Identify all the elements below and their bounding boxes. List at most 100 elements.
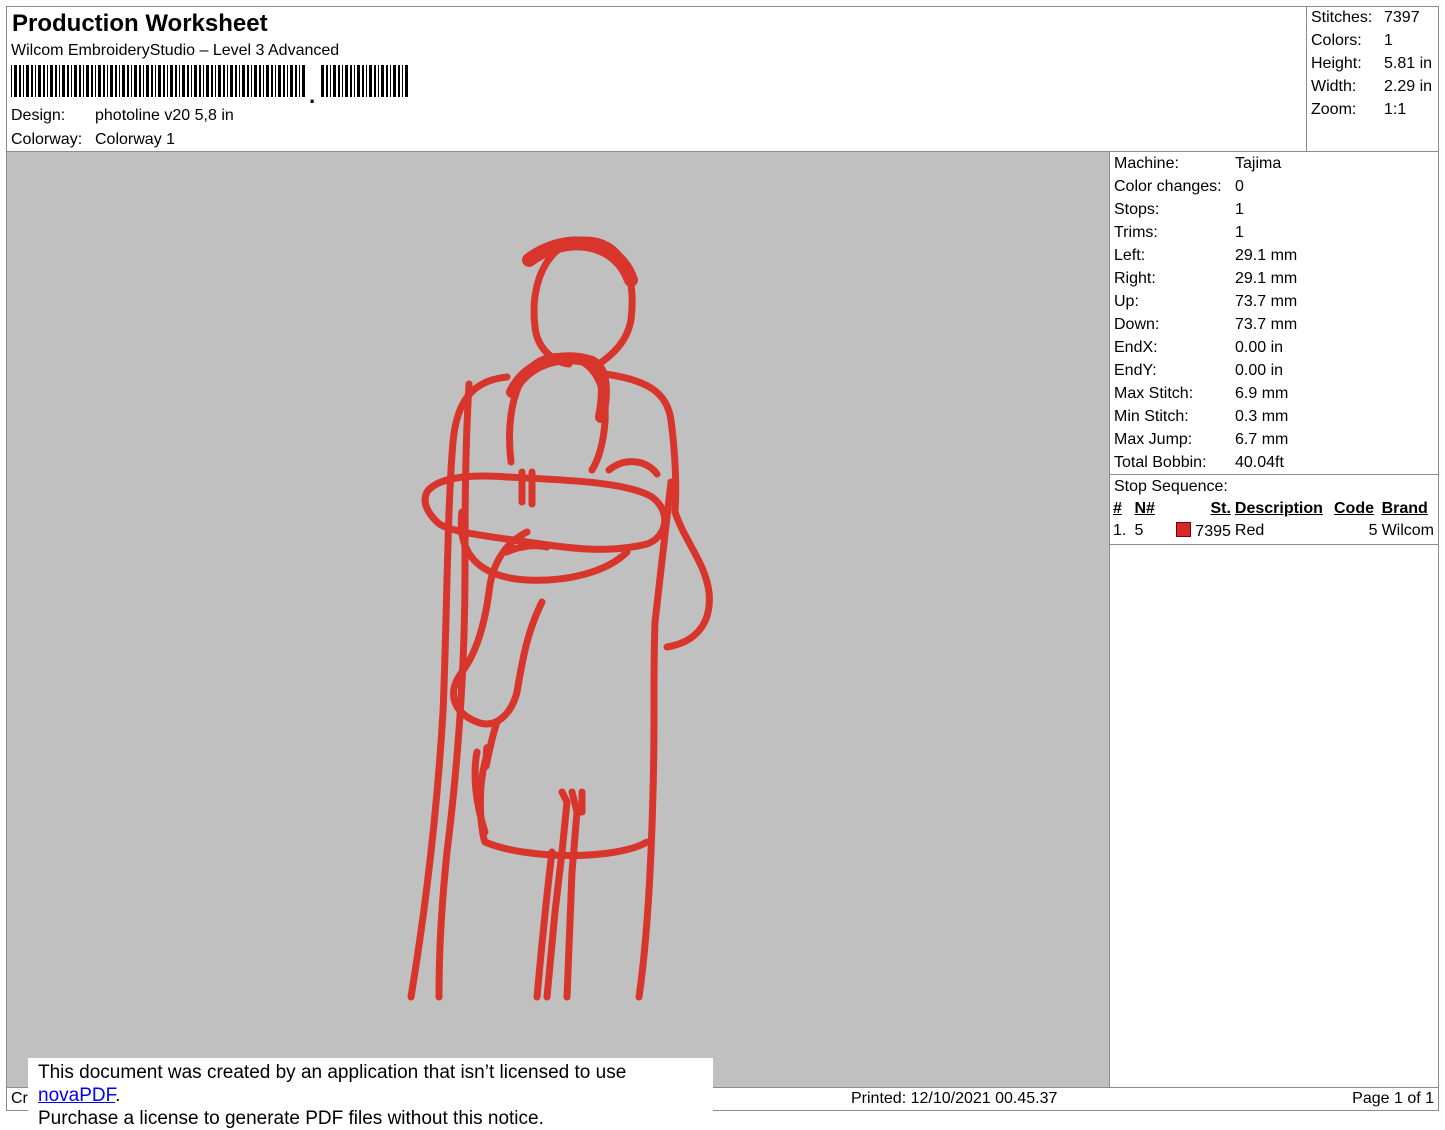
barcode-bar <box>179 65 180 97</box>
stat-label: Zoom: <box>1311 101 1357 118</box>
barcode-bar <box>91 65 93 97</box>
barcode-bar <box>239 65 240 97</box>
barcode-bar <box>254 65 257 97</box>
worksheet-header: Production Worksheet Wilcom EmbroiderySt… <box>6 6 1307 152</box>
table-header-row: # N# St. Description Code Brand <box>1113 498 1438 520</box>
barcode-bar <box>26 65 29 97</box>
colorway-value: Colorway 1 <box>95 131 176 148</box>
barcode-bar <box>299 65 300 97</box>
barcode-bar <box>326 65 328 97</box>
prop-label: Right: <box>1114 270 1156 287</box>
prop-label: Min Stitch: <box>1114 408 1189 425</box>
barcode-bar <box>405 65 408 97</box>
barcode-bar <box>206 65 209 97</box>
stat-colors: Colors: 1 <box>1311 32 1393 50</box>
prop-label: Up: <box>1114 293 1139 310</box>
page-title: Production Worksheet <box>12 10 268 37</box>
barcode-bar <box>366 65 367 97</box>
barcode-bar <box>259 65 261 97</box>
prop-label: Max Jump: <box>1114 431 1193 448</box>
prop-value: 0 <box>1235 178 1244 195</box>
prop-value: 0.00 in <box>1235 362 1284 379</box>
barcode-bar <box>107 65 108 97</box>
barcode-bar <box>295 65 297 97</box>
barcode-bar <box>50 65 53 97</box>
prop-label: Machine: <box>1114 155 1179 172</box>
prop-down: Down: 73.7 mm <box>1114 313 1297 336</box>
barcode-bar <box>330 65 331 97</box>
barcode-bar <box>182 65 185 97</box>
barcode-bar <box>203 65 204 97</box>
prop-right: Right: 29.1 mm <box>1114 267 1297 290</box>
prop-label: Color changes: <box>1114 178 1222 195</box>
prop-value: 29.1 mm <box>1235 247 1298 264</box>
prop-left: Left: 29.1 mm <box>1114 244 1297 267</box>
barcode-bar <box>342 65 343 97</box>
barcode-bar <box>242 65 245 97</box>
prop-max-jump: Max Jump: 6.7 mm <box>1114 428 1288 451</box>
barcode-bar <box>362 65 364 97</box>
prop-endy: EndY: 0.00 in <box>1114 359 1283 382</box>
barcode-bar <box>35 65 36 97</box>
row-index: 1. <box>1113 522 1127 539</box>
barcode-bar <box>143 65 144 97</box>
barcode-bar <box>338 65 340 97</box>
footer-fragment: Cr <box>11 1090 28 1107</box>
prop-label: Left: <box>1114 247 1146 264</box>
barcode-bar <box>398 65 400 97</box>
prop-value: Tajima <box>1235 155 1282 172</box>
barcode-bar <box>115 65 117 97</box>
barcode-bar <box>67 65 69 97</box>
barcode-bar <box>14 65 17 97</box>
barcode-bar <box>191 65 192 97</box>
barcode-bar <box>19 65 21 97</box>
row-stitches-cell: 7395 <box>1164 520 1235 542</box>
barcode-bar <box>134 65 137 97</box>
barcode-bar <box>378 65 379 97</box>
barcode-bar <box>369 65 372 97</box>
barcode-bar <box>119 65 120 97</box>
prop-stops: Stops: 1 <box>1114 198 1244 221</box>
stat-value: 5.81 in <box>1384 55 1433 72</box>
design-label: Design: <box>11 107 66 124</box>
barcode-bar <box>122 65 125 97</box>
barcode-bar <box>139 65 141 97</box>
notice-line-1: This document was created by an applicat… <box>38 1061 713 1107</box>
stat-label: Stitches: <box>1311 9 1373 26</box>
machine-properties: Machine: Tajima Color changes: 0 Stops: 1 T… <box>1109 151 1439 1088</box>
stat-value: 2.29 in <box>1384 78 1433 95</box>
colorway-row: Colorway: Colorway 1 <box>11 131 175 149</box>
barcode-bar <box>131 65 132 97</box>
col-stitches-header: St. <box>1210 500 1231 517</box>
prop-label: Total Bobbin: <box>1114 454 1207 471</box>
barcode-bar <box>175 65 177 97</box>
stat-height: Height: 5.81 in <box>1311 55 1432 73</box>
barcode-bar <box>199 65 201 97</box>
novapdf-link[interactable]: novaPDF <box>38 1085 115 1106</box>
divider <box>1110 544 1438 545</box>
color-swatch <box>1175 521 1191 537</box>
barcode-bar <box>71 65 72 97</box>
embroidery-design-image <box>407 236 713 1001</box>
barcode-bar <box>374 65 376 97</box>
barcode-bar <box>223 65 225 97</box>
design-stats: Stitches: 7397 Colors: 1 Height: 5.81 in Wi… <box>1306 6 1439 152</box>
design-row: Design: photoline v20 5,8 in <box>11 107 234 125</box>
col-index-header: # <box>1113 500 1122 517</box>
barcode-bar <box>194 65 197 97</box>
barcode: , <box>11 65 408 103</box>
barcode-bar <box>127 65 129 97</box>
prop-value: 6.7 mm <box>1235 431 1289 448</box>
page-number: Page 1 of 1 <box>1352 1090 1434 1107</box>
stat-label: Width: <box>1311 78 1357 95</box>
stat-label: Height: <box>1311 55 1362 72</box>
prop-value: 1 <box>1235 201 1244 218</box>
prop-total-bobbin: Total Bobbin: 40.04ft <box>1114 451 1284 474</box>
barcode-bar <box>98 65 101 97</box>
prop-min-stitch: Min Stitch: 0.3 mm <box>1114 405 1288 428</box>
license-notice: This document was created by an applicat… <box>28 1058 713 1129</box>
row-stitches: 7395 <box>1195 522 1231 540</box>
prop-value: 0.00 in <box>1235 339 1284 356</box>
barcode-bar <box>357 65 360 97</box>
notice-text: . <box>115 1085 121 1106</box>
